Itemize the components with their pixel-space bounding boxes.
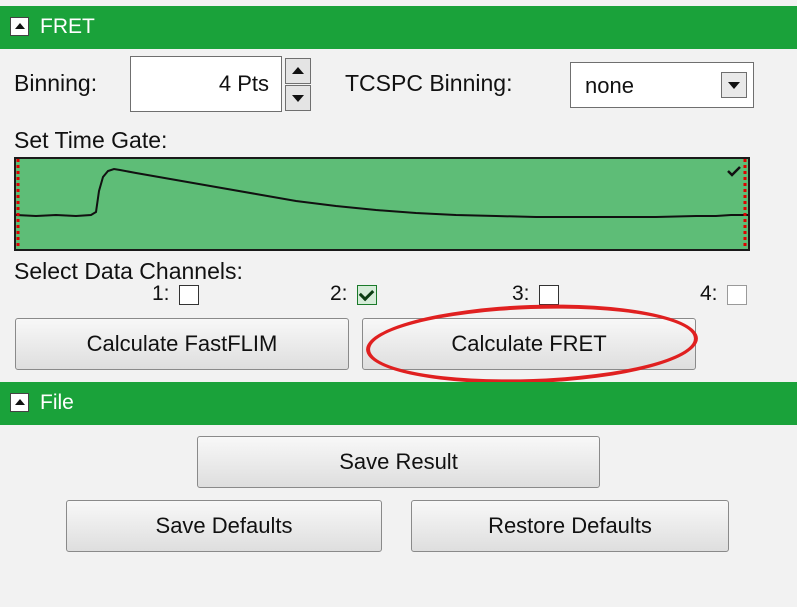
select-channels-label: Select Data Channels: (14, 258, 243, 284)
binning-spinbox[interactable]: 4 Pts (130, 56, 282, 112)
channel-4-label: 4: (700, 282, 718, 305)
binning-value[interactable]: 4 Pts (219, 71, 269, 97)
tcspc-binning-select[interactable]: none (570, 62, 754, 108)
chevron-down-icon[interactable] (721, 72, 747, 98)
time-gate-label: Set Time Gate: (14, 127, 168, 153)
binning-label: Binning: (14, 70, 98, 96)
fret-header-label: FRET (40, 15, 95, 38)
channel-1-label: 1: (152, 282, 170, 305)
binning-decrease-icon[interactable] (285, 85, 311, 111)
restore-defaults-button[interactable]: Restore Defaults (411, 500, 729, 552)
check-icon (727, 166, 741, 177)
time-gate-plot[interactable] (14, 157, 750, 251)
fret-section-header[interactable]: FRET (0, 6, 797, 49)
channel-3-label: 3: (512, 282, 530, 305)
decay-curve-plot (16, 159, 748, 249)
save-defaults-button[interactable]: Save Defaults (66, 500, 382, 552)
channel-3-checkbox[interactable] (539, 285, 559, 305)
save-result-button[interactable]: Save Result (197, 436, 600, 488)
highlight-annotation (364, 299, 700, 389)
channel-4-checkbox[interactable] (727, 285, 747, 305)
decay-curve (16, 167, 748, 218)
binning-increase-icon[interactable] (285, 58, 311, 84)
tcspc-binning-value: none (585, 73, 634, 98)
channel-2-checkbox[interactable] (357, 285, 377, 305)
calculate-fastflim-button[interactable]: Calculate FastFLIM (15, 318, 349, 370)
collapse-file-icon[interactable] (10, 393, 29, 412)
collapse-fret-icon[interactable] (10, 17, 29, 36)
tcspc-binning-label: TCSPC Binning: (345, 70, 513, 96)
file-section-header[interactable]: File (0, 382, 797, 425)
file-header-label: File (40, 391, 74, 414)
channel-2-label: 2: (330, 282, 348, 305)
channel-1-checkbox[interactable] (179, 285, 199, 305)
